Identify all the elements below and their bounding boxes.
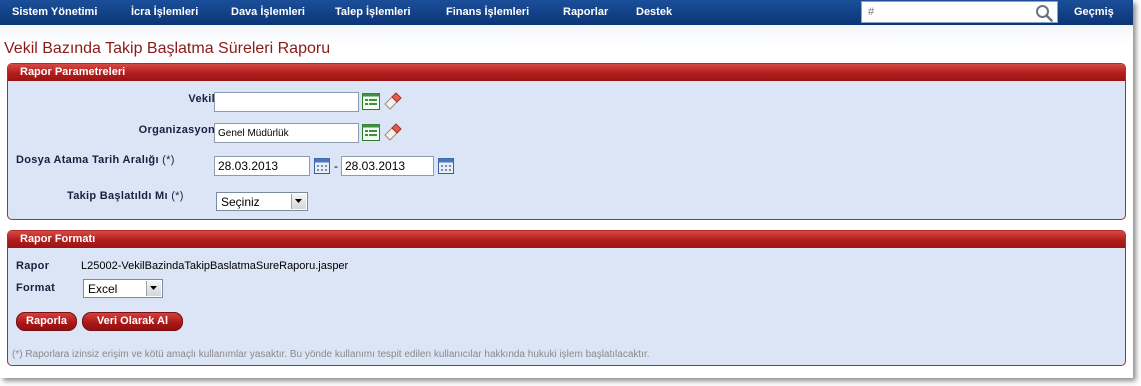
vekil-label: Vekil xyxy=(188,93,215,105)
page-title: Vekil Bazında Takip Başlatma Süreleri Ra… xyxy=(4,40,331,57)
search-icon[interactable] xyxy=(1035,4,1053,22)
eraser-icon[interactable] xyxy=(383,91,403,111)
date-range-label: Dosya Atama Tarih Aralığı (*) xyxy=(16,154,175,166)
report-button[interactable]: Raporla xyxy=(16,312,77,331)
takip-started-label: Takip Başlatıldı Mı (*) xyxy=(67,190,184,202)
calendar-icon[interactable] xyxy=(438,158,454,174)
report-file-name: L25002-VekilBazindaTakipBaslatmaSureRapo… xyxy=(81,260,349,272)
dropdown-arrow[interactable] xyxy=(291,194,306,209)
date-to-input[interactable] xyxy=(341,156,434,176)
dropdown-arrow[interactable] xyxy=(146,281,161,296)
report-format-panel: Rapor Formatı Rapor L25002-VekilBazindaT… xyxy=(7,230,1126,366)
nav-item-lawsuit[interactable]: Dava İşlemleri xyxy=(231,0,305,25)
history-link[interactable]: Geçmiş xyxy=(1074,0,1114,25)
format-label: Format xyxy=(16,282,56,294)
app-window: Sistem Yönetimi İcra İşlemleri Dava İşle… xyxy=(0,0,1133,378)
export-data-button[interactable]: Veri Olarak Al xyxy=(82,312,183,331)
required-mark: (*) xyxy=(171,190,184,202)
nav-item-reports[interactable]: Raporlar xyxy=(563,0,608,25)
search-box xyxy=(861,1,1058,23)
usage-warning-note: (*) Raporlara izinsiz erişim ve kötü ama… xyxy=(12,349,650,360)
chevron-down-icon xyxy=(295,199,302,203)
format-select[interactable]: Excel xyxy=(83,279,163,298)
selected-value: Excel xyxy=(88,282,118,296)
panel-header: Rapor Formatı xyxy=(8,231,1125,248)
vekil-input[interactable] xyxy=(214,92,359,112)
list-select-icon[interactable] xyxy=(362,124,380,141)
nav-item-support[interactable]: Destek xyxy=(636,0,672,25)
chevron-down-icon xyxy=(150,286,157,290)
panel-header: Rapor Parametreleri xyxy=(8,64,1125,81)
required-mark: (*) xyxy=(162,154,175,166)
date-separator: - xyxy=(334,159,338,173)
calendar-icon[interactable] xyxy=(314,158,330,174)
takip-started-select[interactable]: Seçiniz xyxy=(216,192,308,211)
list-select-icon[interactable] xyxy=(362,93,380,110)
top-navigation: Sistem Yönetimi İcra İşlemleri Dava İşle… xyxy=(0,0,1133,25)
eraser-icon[interactable] xyxy=(383,122,403,142)
nav-item-request[interactable]: Talep İşlemleri xyxy=(335,0,411,25)
nav-item-system[interactable]: Sistem Yönetimi xyxy=(12,0,97,25)
page-header: Vekil Bazında Takip Başlatma Süreleri Ra… xyxy=(0,25,1133,60)
report-label: Rapor xyxy=(16,260,50,272)
nav-item-execution[interactable]: İcra İşlemleri xyxy=(131,0,198,25)
org-input[interactable] xyxy=(214,123,359,143)
report-parameters-panel: Rapor Parametreleri Vekil Organizasyon D… xyxy=(7,63,1126,220)
date-from-input[interactable] xyxy=(214,156,310,176)
selected-value: Seçiniz xyxy=(221,195,260,209)
search-input[interactable] xyxy=(864,4,1036,20)
org-label: Organizasyon xyxy=(138,124,215,136)
nav-item-finance[interactable]: Finans İşlemleri xyxy=(446,0,529,25)
